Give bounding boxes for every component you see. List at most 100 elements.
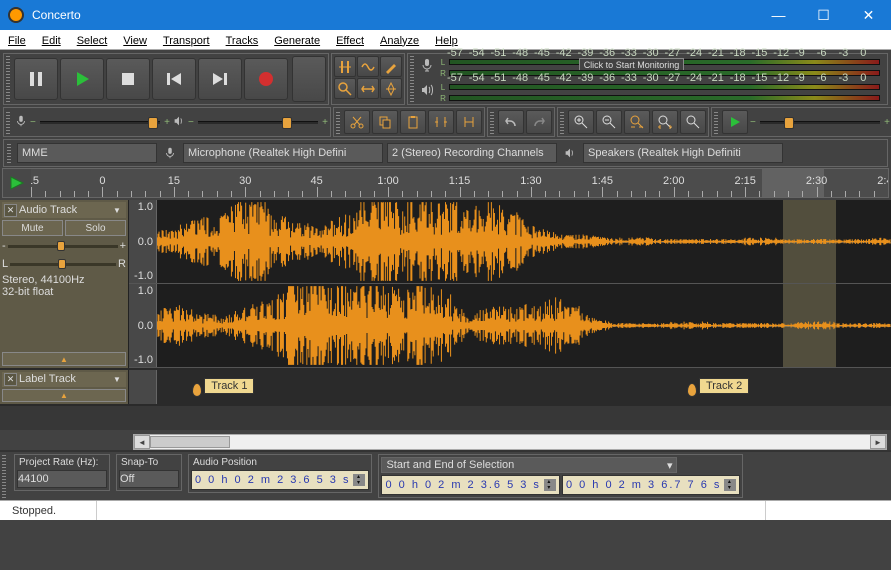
window-close-button[interactable]: ✕ — [846, 0, 891, 30]
label-pin-icon[interactable] — [192, 383, 202, 397]
redo-button[interactable] — [526, 110, 552, 134]
menu-tracks[interactable]: Tracks — [218, 31, 267, 49]
label-marker[interactable]: Track 2 — [687, 376, 749, 396]
toolbar-grip[interactable] — [6, 110, 10, 134]
recording-meter-l[interactable]: Click to Start Monitoring — [449, 59, 880, 65]
selection-tool[interactable] — [334, 56, 356, 77]
selection-end-value[interactable]: 0 0 h 0 2 m 3 6.7 7 6 s▴▾ — [562, 475, 740, 495]
zoom-toggle-button[interactable] — [680, 110, 706, 134]
menu-edit[interactable]: Edit — [34, 31, 69, 49]
recording-volume-slider[interactable]: −+ — [30, 117, 170, 128]
project-rate-select[interactable]: 44100 — [17, 470, 107, 488]
zoom-out-button[interactable] — [596, 110, 622, 134]
toolbar-grip[interactable] — [6, 56, 10, 102]
silence-button[interactable] — [456, 110, 482, 134]
timeshift-tool[interactable] — [357, 78, 379, 99]
track-close-button[interactable]: ✕ — [4, 373, 17, 386]
tools-toolbar — [331, 53, 405, 105]
toolbar-grip[interactable] — [714, 110, 718, 134]
selection-mode-label[interactable]: Start and End of Selection — [386, 459, 514, 471]
scroll-left-button[interactable]: ◄ — [134, 435, 150, 449]
track-collapse-button[interactable]: ▲ — [2, 389, 126, 402]
transport-options-button[interactable] — [292, 56, 326, 102]
menu-generate[interactable]: Generate — [266, 31, 328, 49]
toolbar-grip[interactable] — [410, 56, 414, 102]
track-pan-slider[interactable]: LR — [2, 258, 126, 270]
playback-device-select[interactable]: Speakers (Realtek High Definiti — [583, 143, 783, 163]
paste-button[interactable] — [400, 110, 426, 134]
stop-button[interactable] — [106, 58, 150, 100]
label-pin-icon[interactable] — [687, 383, 697, 397]
selection-start-value[interactable]: 0 0 h 0 2 m 2 3.6 5 3 s▴▾ — [381, 475, 559, 495]
playback-meter-r[interactable] — [449, 95, 880, 101]
menu-effect[interactable]: Effect — [328, 31, 372, 49]
waveform-channel-left[interactable]: 1.0 0.0 -1.0 — [129, 200, 891, 284]
timeline-pin-button[interactable] — [3, 169, 31, 197]
snap-to-select[interactable]: Off — [119, 470, 179, 488]
window-maximize-button[interactable]: ☐ — [801, 0, 846, 30]
speaker-icon[interactable] — [419, 82, 435, 103]
label-area[interactable]: Track 1 Track 2 — [157, 370, 891, 404]
skip-start-button[interactable] — [152, 58, 196, 100]
mic-icon[interactable] — [419, 57, 435, 78]
zoom-tool[interactable] — [334, 78, 356, 99]
menu-select[interactable]: Select — [69, 31, 116, 49]
copy-button[interactable] — [372, 110, 398, 134]
track-name[interactable]: Audio Track — [19, 204, 111, 216]
skip-end-button[interactable] — [198, 58, 242, 100]
multi-tool[interactable] — [380, 78, 402, 99]
status-bar: Stopped. — [0, 500, 891, 520]
record-button[interactable] — [244, 58, 288, 100]
menu-transport[interactable]: Transport — [155, 31, 218, 49]
selection-mode-dropdown[interactable]: ▾ — [667, 459, 673, 472]
undo-button[interactable] — [498, 110, 524, 134]
track-menu-button[interactable]: ▼ — [113, 206, 124, 215]
label-marker[interactable]: Track 1 — [192, 376, 254, 396]
recording-device-select[interactable]: Microphone (Realtek High Defini — [183, 143, 383, 163]
zoom-in-button[interactable] — [568, 110, 594, 134]
recording-meter-r[interactable] — [449, 70, 880, 76]
waveform-channel-right[interactable]: 1.0 0.0 -1.0 — [129, 284, 891, 368]
fit-project-button[interactable] — [652, 110, 678, 134]
track-close-button[interactable]: ✕ — [4, 204, 17, 217]
fit-selection-button[interactable] — [624, 110, 650, 134]
horizontal-scrollbar[interactable]: ◄ ► — [133, 434, 887, 450]
menu-view[interactable]: View — [115, 31, 155, 49]
solo-button[interactable]: Solo — [65, 220, 126, 236]
mute-button[interactable]: Mute — [2, 220, 63, 236]
scroll-right-button[interactable]: ► — [870, 435, 886, 449]
trim-button[interactable] — [428, 110, 454, 134]
label-text[interactable]: Track 1 — [204, 378, 254, 394]
selection-toolbar: Project Rate (Hz): 44100 Snap-To Off Aud… — [0, 450, 891, 500]
play-button[interactable] — [60, 58, 104, 100]
toolbar-grip[interactable] — [560, 110, 564, 134]
track-menu-button[interactable]: ▼ — [113, 375, 124, 384]
toolbar-grip[interactable] — [336, 110, 340, 134]
pause-button[interactable] — [14, 58, 58, 100]
playback-speed-slider[interactable]: −+ — [750, 117, 890, 128]
transport-toolbar — [3, 53, 329, 105]
playback-volume-slider[interactable]: −+ — [188, 117, 328, 128]
menu-help[interactable]: Help — [427, 31, 466, 49]
menu-analyze[interactable]: Analyze — [372, 31, 427, 49]
scrollbar-thumb[interactable] — [150, 436, 230, 448]
play-at-speed-button[interactable] — [722, 110, 748, 134]
cut-button[interactable] — [344, 110, 370, 134]
playback-meter-l[interactable] — [449, 84, 880, 90]
track-name[interactable]: Label Track — [19, 373, 111, 385]
track-format-info: Stereo, 44100Hz 32-bit float — [2, 274, 126, 298]
draw-tool[interactable] — [380, 56, 402, 77]
toolbar-grip[interactable] — [7, 143, 11, 163]
toolbar-grip[interactable] — [2, 454, 6, 498]
track-gain-slider[interactable]: -+ — [2, 240, 126, 252]
envelope-tool[interactable] — [357, 56, 379, 77]
audio-host-select[interactable]: MME — [17, 143, 157, 163]
toolbar-grip[interactable] — [490, 110, 494, 134]
track-collapse-button[interactable]: ▲ — [2, 352, 126, 366]
audio-position-value[interactable]: 0 0 h 0 2 m 2 3.6 5 3 s▴▾ — [191, 470, 369, 490]
timeline-ruler[interactable]: -1501530451:001:151:301:452:002:152:302:… — [31, 169, 888, 197]
label-text[interactable]: Track 2 — [699, 378, 749, 394]
window-minimize-button[interactable]: — — [756, 0, 801, 30]
menu-file[interactable]: File — [0, 31, 34, 49]
recording-channels-select[interactable]: 2 (Stereo) Recording Channels — [387, 143, 557, 163]
